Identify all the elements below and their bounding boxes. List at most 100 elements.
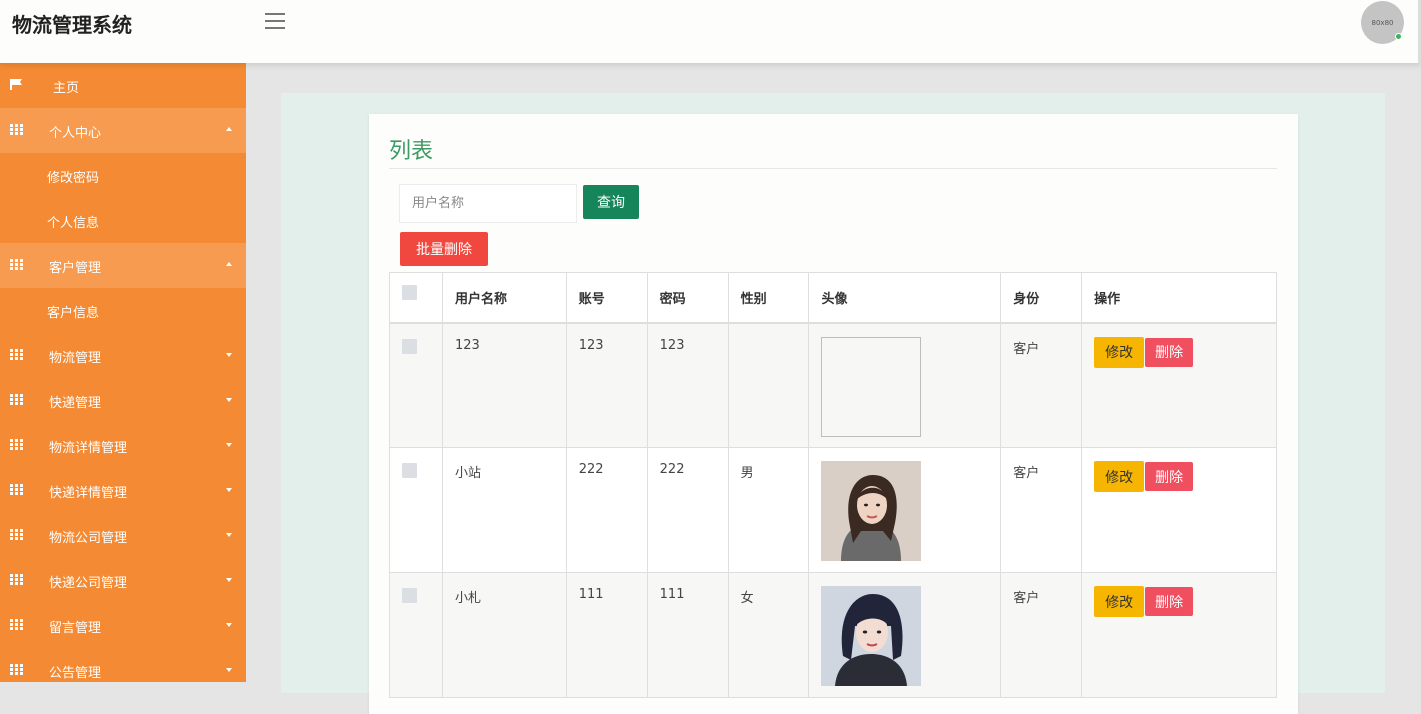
column-header: 用户名称: [441, 272, 567, 324]
chevron-down-icon: [226, 488, 232, 492]
sidebar-item-label: 快递公司管理: [49, 576, 128, 591]
column-header: 性别: [727, 272, 810, 324]
menu-toggle-icon[interactable]: [265, 13, 285, 29]
row-checkbox[interactable]: [402, 463, 417, 478]
broken-image-icon: [821, 336, 922, 437]
delete-button[interactable]: 删除: [1145, 337, 1194, 367]
chevron-down-icon: [226, 398, 232, 402]
sidebar-item-home[interactable]: 主页: [0, 63, 246, 108]
chevron-down-icon: [226, 533, 232, 537]
sidebar-item-label: 客户管理: [49, 261, 102, 276]
row-checkbox[interactable]: [402, 588, 417, 603]
cell-account: 111: [565, 572, 648, 698]
sidebar-subitem-change-password[interactable]: 修改密码: [0, 153, 246, 198]
cell-password: 111: [646, 572, 729, 698]
sidebar-item-express-detail-management[interactable]: 快递详情管理: [0, 468, 246, 513]
sidebar-item-label: 主页: [53, 81, 80, 96]
sidebar-item-label: 物流公司管理: [49, 531, 128, 546]
table-row: 123 123 123 客户 修改 删除: [389, 322, 1277, 448]
sidebar-item-label: 个人中心: [49, 126, 102, 141]
sidebar-item-label: 个人信息: [47, 216, 100, 231]
batch-delete-button[interactable]: 批量删除: [400, 232, 488, 266]
grid-icon: [10, 484, 23, 495]
sidebar-item-logistics-management[interactable]: 物流管理: [0, 333, 246, 378]
column-header: 操作: [1081, 272, 1277, 324]
cell-account: 123: [565, 322, 648, 448]
chevron-up-icon: [226, 127, 232, 131]
sidebar-item-announcement-management[interactable]: 公告管理: [0, 648, 246, 682]
cell-gender: 男: [727, 447, 810, 573]
delete-button[interactable]: 删除: [1145, 587, 1194, 616]
table-header-row: 用户名称 账号 密码 性别 头像 身份 操作: [389, 272, 1277, 324]
sidebar-item-label: 快递详情管理: [49, 486, 128, 501]
table-row: 小札 111 111 女 客户 修改 删除: [389, 572, 1277, 698]
main-area: 列表 查询 批量删除 用户名称 账号 密码 性别 头像 身份 操作: [246, 63, 1421, 714]
sidebar-item-label: 物流管理: [49, 351, 102, 366]
sidebar-item-customer-management[interactable]: 客户管理: [0, 243, 246, 288]
cell-role: 客户: [1000, 447, 1083, 573]
cell-password: 222: [646, 447, 729, 573]
grid-icon: [10, 619, 23, 630]
row-checkbox[interactable]: [402, 338, 417, 354]
cell-role: 客户: [1000, 572, 1083, 698]
sidebar-item-label: 修改密码: [47, 171, 100, 186]
sidebar-subitem-personal-info[interactable]: 个人信息: [0, 198, 246, 243]
cell-role: 客户: [1000, 322, 1083, 448]
chevron-down-icon: [226, 353, 232, 357]
sidebar-item-logistics-company-management[interactable]: 物流公司管理: [0, 513, 246, 558]
chevron-up-icon: [226, 262, 232, 266]
sidebar-item-label: 快递管理: [49, 396, 102, 411]
avatar-photo: [821, 461, 922, 561]
cell-gender: [727, 322, 810, 448]
chevron-down-icon: [226, 578, 232, 582]
user-table: 用户名称 账号 密码 性别 头像 身份 操作 123 123 123 客户 修改…: [389, 272, 1277, 698]
divider: [389, 168, 1277, 169]
cell-gender: 女: [727, 572, 810, 698]
list-card: 列表 查询 批量删除 用户名称 账号 密码 性别 头像 身份 操作: [369, 114, 1298, 714]
grid-icon: [10, 529, 23, 540]
grid-icon: [10, 124, 23, 135]
grid-icon: [10, 574, 23, 585]
select-all-cell: [389, 272, 443, 324]
grid-icon: [10, 349, 23, 360]
grid-icon: [10, 439, 23, 450]
sidebar-item-label: 公告管理: [49, 666, 102, 681]
cell-name: 小札: [441, 572, 567, 698]
online-status-dot: [1395, 33, 1402, 40]
cell-name: 123: [441, 322, 567, 448]
sidebar-item-logistics-detail-management[interactable]: 物流详情管理: [0, 423, 246, 468]
chevron-down-icon: [226, 443, 232, 447]
sidebar-item-label: 客户信息: [47, 306, 100, 321]
search-input[interactable]: [399, 184, 577, 223]
delete-button[interactable]: 删除: [1145, 462, 1194, 491]
cell-name: 小站: [441, 447, 567, 573]
page-title: 列表: [389, 139, 434, 164]
edit-button[interactable]: 修改: [1094, 586, 1145, 617]
column-header: 密码: [646, 272, 729, 324]
sidebar-item-express-management[interactable]: 快递管理: [0, 378, 246, 423]
table-row: 小站 222 222 男 客户 修改 删除: [389, 447, 1277, 573]
grid-icon: [10, 394, 23, 405]
flag-icon: [10, 79, 22, 90]
column-header: 身份: [1000, 272, 1083, 324]
chevron-down-icon: [226, 623, 232, 627]
sidebar-item-label: 留言管理: [49, 621, 102, 636]
top-bar: 物流管理系统 80x80: [0, 0, 1421, 63]
edit-button[interactable]: 修改: [1094, 461, 1145, 492]
sidebar-subitem-customer-info[interactable]: 客户信息: [0, 288, 246, 333]
sidebar-item-label: 物流详情管理: [49, 441, 128, 456]
select-all-checkbox[interactable]: [402, 284, 417, 300]
grid-icon: [10, 259, 23, 270]
edit-button[interactable]: 修改: [1094, 336, 1145, 368]
column-header: 头像: [808, 272, 1002, 324]
avatar-photo: [821, 586, 922, 686]
sidebar: 主页 个人中心 修改密码 个人信息 客户管理 客户信息 物流管理 快递管理 物流…: [0, 63, 246, 682]
chevron-down-icon: [226, 668, 232, 672]
column-header: 账号: [565, 272, 648, 324]
query-button[interactable]: 查询: [583, 185, 639, 219]
sidebar-item-message-management[interactable]: 留言管理: [0, 603, 246, 648]
sidebar-item-express-company-management[interactable]: 快递公司管理: [0, 558, 246, 603]
app-title: 物流管理系统: [12, 13, 132, 37]
cell-account: 222: [565, 447, 648, 573]
sidebar-item-personal-center[interactable]: 个人中心: [0, 108, 246, 153]
